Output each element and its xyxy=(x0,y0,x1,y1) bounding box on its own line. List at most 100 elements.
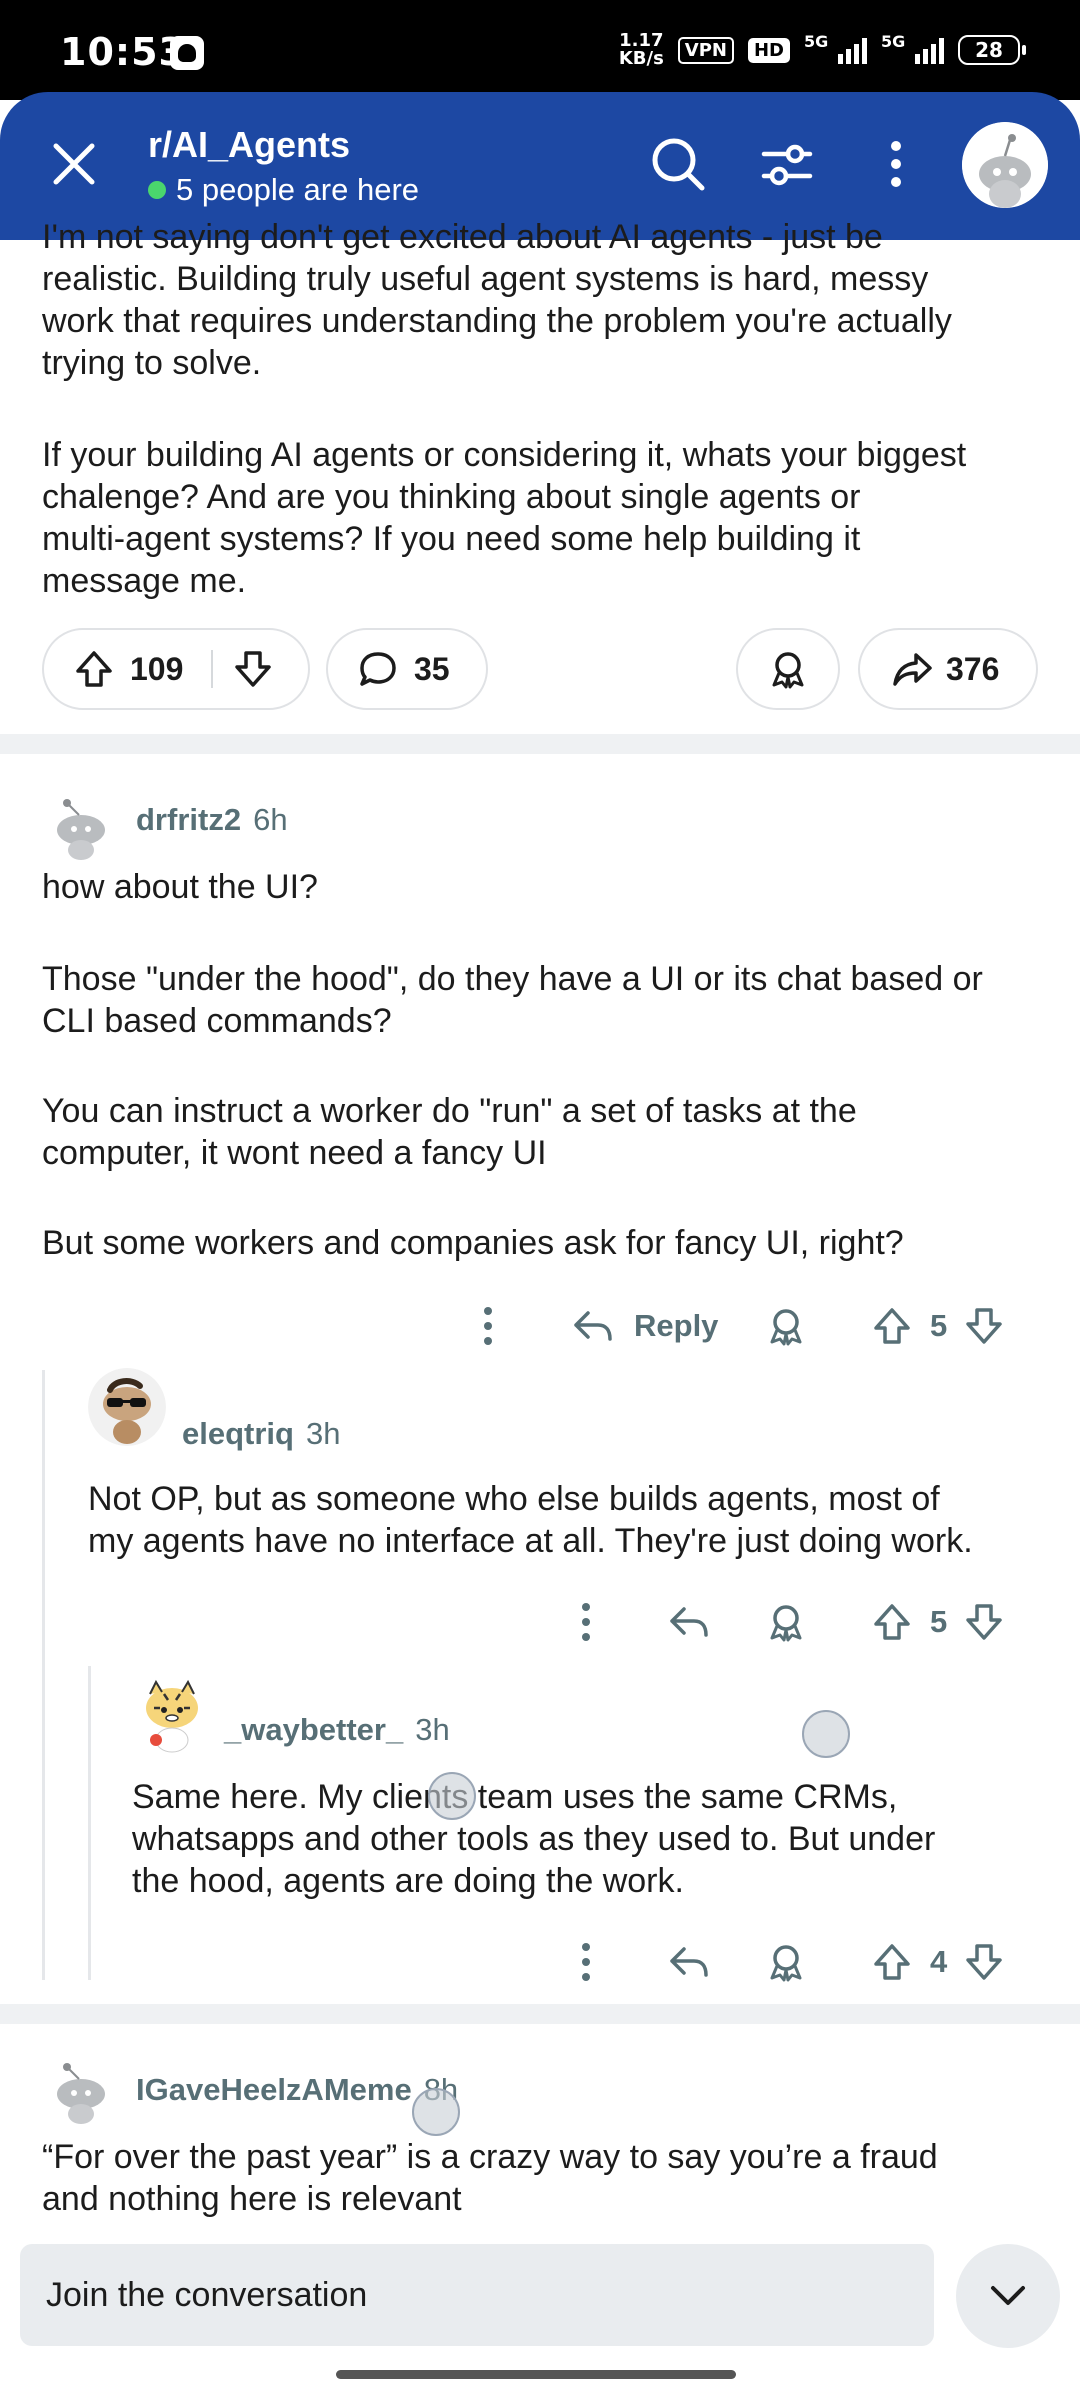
snoo-avatar-icon xyxy=(962,122,1048,208)
thread-line xyxy=(42,1370,45,1980)
post-line: If your building AI agents or considerin… xyxy=(42,436,967,474)
upvote-count: 109 xyxy=(130,650,184,687)
status-indicators: 1.17 KB/s VPN HD 5G 5G 28 xyxy=(618,30,1026,69)
comment-line: Not OP, but as someone who else builds a… xyxy=(88,1480,940,1518)
downvote-icon[interactable] xyxy=(231,647,275,691)
comment-line: whatsapps and other tools as they used t… xyxy=(132,1820,936,1858)
snoo-avatar-icon xyxy=(57,2063,105,2124)
comment-meta: eleqtriq 3h xyxy=(182,1416,340,1452)
downvote-icon[interactable] xyxy=(962,1304,1006,1348)
vote-divider xyxy=(211,650,214,688)
comment-actions: Reply 5 xyxy=(460,1296,1020,1356)
comment-meta: drfritz2 6h xyxy=(136,802,288,838)
notification-app-icon xyxy=(170,36,204,70)
downvote-icon[interactable] xyxy=(962,1600,1006,1644)
avatar[interactable] xyxy=(134,1674,210,1754)
more-vertical-icon xyxy=(891,141,901,187)
close-icon xyxy=(53,143,95,185)
comment-time: 6h xyxy=(253,802,288,837)
user-avatar[interactable] xyxy=(962,122,1048,208)
filter-button[interactable] xyxy=(754,132,818,196)
post-line: trying to solve. xyxy=(42,344,262,382)
more-vertical-icon[interactable] xyxy=(566,1597,606,1647)
share-count: 376 xyxy=(946,650,1000,687)
search-button[interactable] xyxy=(646,132,710,196)
comment-count: 35 xyxy=(414,650,450,687)
more-vertical-icon[interactable] xyxy=(468,1301,508,1351)
touch-indicator xyxy=(412,2088,460,2136)
bottom-bar: Join the conversation xyxy=(0,2230,1080,2400)
more-options-button[interactable] xyxy=(864,132,928,196)
community-title[interactable]: r/AI_Agents xyxy=(148,124,350,166)
signal-icon-2: 5G xyxy=(881,32,944,64)
username[interactable]: drfritz2 xyxy=(136,802,241,838)
thread-line xyxy=(88,1666,91,1980)
comments-button[interactable]: 35 xyxy=(326,628,488,710)
award-icon[interactable] xyxy=(764,1304,808,1348)
comment-line: CLI based commands? xyxy=(42,1002,392,1040)
post-body: I'm not saying don't get excited about A… xyxy=(0,216,1080,616)
comment-line: You can instruct a worker do "run" a set… xyxy=(42,1092,857,1130)
award-icon[interactable] xyxy=(764,1600,808,1644)
reply-icon[interactable] xyxy=(666,1599,712,1645)
avatar[interactable] xyxy=(46,2054,116,2124)
home-indicator[interactable] xyxy=(336,2370,736,2379)
upvote-icon[interactable] xyxy=(870,1600,914,1644)
upvote-icon[interactable] xyxy=(870,1940,914,1984)
award-icon xyxy=(772,652,804,689)
username[interactable]: eleqtriq xyxy=(182,1416,294,1452)
header-edge xyxy=(0,216,1080,240)
username[interactable]: _waybetter_ xyxy=(224,1712,403,1748)
comment-line: “For over the past year” is a crazy way … xyxy=(42,2138,938,2176)
status-time: 10:53 xyxy=(60,30,186,74)
collapse-button[interactable] xyxy=(956,2244,1060,2348)
comment-line: But some workers and companies ask for f… xyxy=(42,1224,904,1262)
comment-line: Those "under the hood", do they have a U… xyxy=(42,960,983,998)
avatar[interactable] xyxy=(88,1368,166,1446)
award-button[interactable] xyxy=(736,628,840,710)
comment-actions: 4 xyxy=(560,1932,1020,1992)
share-icon xyxy=(893,653,932,686)
post-line: chalenge? And are you thinking about sin… xyxy=(42,478,861,516)
comment-meta: IGaveHeelzAMeme 8h xyxy=(136,2072,458,2108)
presence-indicator: 5 people are here xyxy=(148,172,419,208)
comment-time: 3h xyxy=(305,1416,341,1451)
comment-line: and nothing here is relevant xyxy=(42,2180,462,2218)
award-icon[interactable] xyxy=(764,1940,808,1984)
avatar[interactable] xyxy=(46,790,116,860)
section-divider xyxy=(0,734,1080,754)
snoo-avatar-icon xyxy=(57,799,105,860)
sliders-icon xyxy=(761,144,813,186)
username[interactable]: IGaveHeelzAMeme xyxy=(136,2072,412,2108)
search-icon xyxy=(652,138,705,191)
presence-text: 5 people are here xyxy=(176,172,420,207)
comment-line: computer, it wont need a fancy UI xyxy=(42,1134,547,1172)
share-button[interactable]: 376 xyxy=(858,628,1038,710)
vpn-icon: VPN xyxy=(677,36,734,64)
signal-icon: 5G xyxy=(804,32,867,64)
battery-icon: 28 xyxy=(958,35,1026,65)
upvote-icon[interactable] xyxy=(72,647,116,691)
vote-count: 4 xyxy=(930,1944,948,1979)
status-bar: 10:53 1.17 KB/s VPN HD 5G 5G 28 xyxy=(0,0,1080,100)
reply-button[interactable]: Reply xyxy=(634,1308,718,1344)
post-line: work that requires understanding the pro… xyxy=(42,302,952,340)
post-line: message me. xyxy=(42,562,247,600)
post-line: realistic. Building truly useful agent s… xyxy=(42,260,929,298)
join-conversation-input[interactable]: Join the conversation xyxy=(20,2244,934,2346)
reply-icon[interactable] xyxy=(666,1939,712,1985)
comment-time: 3h xyxy=(415,1712,450,1747)
upvote-icon[interactable] xyxy=(870,1304,914,1348)
chevron-down-icon xyxy=(991,2286,1025,2305)
online-dot-icon xyxy=(148,181,166,199)
network-speed: 1.17 KB/s xyxy=(618,30,664,69)
comment-bubble-icon xyxy=(360,652,396,686)
snoo-sunglasses-avatar-icon xyxy=(88,1368,166,1446)
reply-icon[interactable] xyxy=(570,1303,616,1349)
downvote-icon[interactable] xyxy=(962,1940,1006,1984)
close-button[interactable] xyxy=(44,134,104,194)
more-vertical-icon[interactable] xyxy=(566,1937,606,1987)
comment-line: Same here. My clients team uses the same… xyxy=(132,1778,898,1816)
vote-count: 5 xyxy=(930,1604,948,1639)
section-divider xyxy=(0,2004,1080,2024)
